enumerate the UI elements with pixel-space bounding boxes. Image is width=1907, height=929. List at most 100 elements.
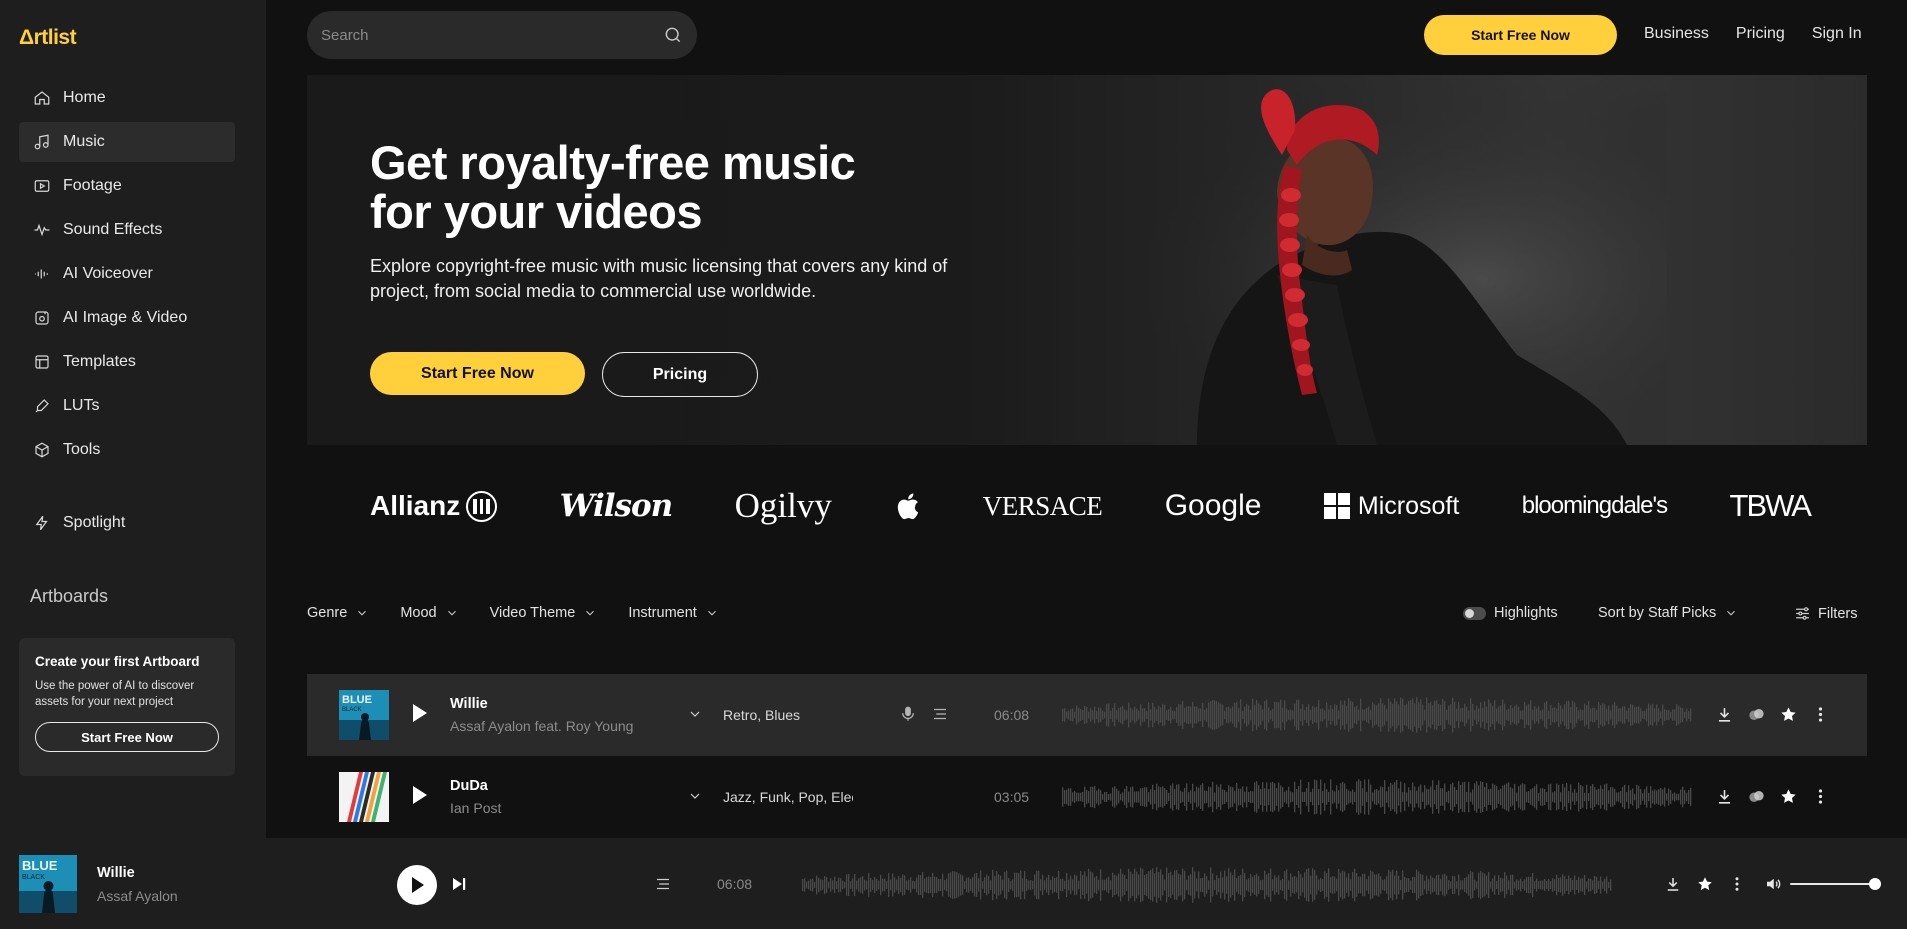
- now-playing-title[interactable]: Willie: [97, 865, 135, 881]
- chevron-down-icon: [447, 610, 456, 616]
- highlights-toggle[interactable]: [1463, 606, 1486, 620]
- track-row[interactable]: BLUE BLACK Willie Assaf Ayalon feat. Roy…: [307, 674, 1867, 756]
- sliders-icon: [1796, 607, 1809, 620]
- sidebar-item-luts[interactable]: LUTs: [19, 386, 235, 426]
- sidebar-item-ai-image-video[interactable]: AI Image & Video: [19, 298, 235, 338]
- hero-start-free-button[interactable]: Start Free Now: [370, 352, 585, 395]
- download-icon[interactable]: [1715, 787, 1734, 806]
- more-options-icon[interactable]: [1728, 875, 1746, 893]
- sort-dropdown[interactable]: Sort by Staff Picks: [1598, 605, 1738, 621]
- sidebar-nav: Home Music Footage Sound Effects AI Voic…: [19, 78, 235, 474]
- music-note-icon: [34, 134, 49, 150]
- microsoft-logo-text: Microsoft: [1357, 491, 1460, 520]
- svg-text:BLUE: BLUE: [342, 694, 372, 706]
- header-start-free-button[interactable]: Start Free Now: [1424, 15, 1617, 55]
- header-links: Business Pricing Sign In: [1644, 25, 1862, 43]
- app-root: Δrtlist Home Music Footage Sound Effects…: [0, 0, 1907, 929]
- hero-title-line-2: for your videos: [370, 185, 703, 238]
- track-artist[interactable]: Assaf Ayalon feat. Roy Young: [450, 718, 633, 734]
- sidebar-spotlight: Spotlight: [19, 503, 235, 547]
- similar-icon[interactable]: [1747, 705, 1766, 724]
- sidebar-item-music[interactable]: Music: [19, 122, 235, 162]
- video-theme-filter[interactable]: Video Theme: [490, 605, 598, 621]
- highlights-label: Highlights: [1494, 605, 1558, 621]
- artlist-logo[interactable]: Δrtlist: [19, 26, 77, 50]
- track-title[interactable]: Willie: [450, 696, 488, 712]
- tbwa-logo: TBWA: [1729, 488, 1812, 523]
- microsoft-grid-icon: [1323, 493, 1350, 519]
- hero-title-line-1: Get royalty-free music: [370, 136, 856, 189]
- sign-in-link[interactable]: Sign In: [1812, 25, 1862, 43]
- mood-filter[interactable]: Mood: [400, 605, 458, 621]
- hero-pricing-button[interactable]: Pricing: [602, 352, 758, 397]
- player-play-button[interactable]: [397, 865, 437, 905]
- chevron-down-icon[interactable]: [687, 788, 703, 804]
- play-icon: [412, 877, 424, 893]
- more-options-icon[interactable]: [1811, 705, 1830, 724]
- queue-icon[interactable]: [654, 875, 672, 893]
- sidebar-item-label: Templates: [63, 353, 136, 370]
- sidebar-item-tools[interactable]: Tools: [19, 430, 235, 470]
- star-icon[interactable]: [1696, 875, 1714, 893]
- download-icon[interactable]: [1715, 705, 1734, 724]
- chevron-down-icon: [707, 610, 716, 616]
- player-waveform[interactable]: [802, 865, 1622, 905]
- skip-next-icon[interactable]: [451, 876, 467, 892]
- sidebar-item-footage[interactable]: Footage: [19, 166, 235, 206]
- track-waveform[interactable]: [1062, 695, 1702, 735]
- pricing-link[interactable]: Pricing: [1736, 25, 1785, 43]
- filter-bar: Genre Mood Video Theme Instrument: [307, 605, 719, 621]
- instrument-filter[interactable]: Instrument: [628, 605, 719, 621]
- track-title[interactable]: DuDa: [450, 778, 488, 794]
- sidebar-item-templates[interactable]: Templates: [19, 342, 235, 382]
- sidebar-item-label: Footage: [63, 177, 122, 194]
- stems-icon[interactable]: [931, 705, 949, 723]
- business-link[interactable]: Business: [1644, 25, 1709, 43]
- play-icon[interactable]: [410, 784, 428, 806]
- chevron-down-icon: [1727, 610, 1736, 616]
- filters-label: Filters: [1818, 605, 1858, 622]
- volume-slider[interactable]: [1790, 883, 1875, 885]
- similar-icon[interactable]: [1747, 787, 1766, 806]
- more-options-icon[interactable]: [1811, 787, 1830, 806]
- track-tags[interactable]: Retro, Blues: [723, 707, 853, 723]
- filter-label: Mood: [400, 605, 437, 621]
- dropper-icon: [35, 399, 49, 413]
- artboard-card-heading: Create your first Artboard: [35, 654, 200, 669]
- album-cover: BLUE BLACK: [339, 690, 389, 740]
- sidebar-item-label: Spotlight: [63, 514, 126, 531]
- microphone-icon[interactable]: [899, 705, 917, 723]
- now-playing-artist[interactable]: Assaf Ayalon: [97, 888, 178, 904]
- genre-filter[interactable]: Genre: [307, 605, 369, 621]
- sidebar-item-sound-effects[interactable]: Sound Effects: [19, 210, 235, 250]
- sidebar-item-home[interactable]: Home: [19, 78, 235, 118]
- album-cover: [339, 772, 389, 822]
- allianz-logo-text: Allianz: [370, 490, 461, 521]
- star-icon[interactable]: [1779, 705, 1798, 724]
- search-icon[interactable]: [663, 25, 683, 45]
- search-bar[interactable]: [307, 11, 697, 59]
- artboard-start-free-button[interactable]: Start Free Now: [35, 722, 219, 752]
- filter-label: Instrument: [628, 605, 697, 621]
- play-icon[interactable]: [410, 702, 428, 724]
- sidebar-item-label: Music: [63, 133, 105, 150]
- allianz-emblem: [466, 490, 498, 522]
- sidebar-item-ai-voiceover[interactable]: AI Voiceover: [19, 254, 235, 294]
- now-playing-cover[interactable]: BLUE BLACK: [19, 855, 77, 913]
- track-waveform[interactable]: [1062, 777, 1702, 817]
- chevron-down-icon[interactable]: [687, 706, 703, 722]
- sidebar-item-spotlight[interactable]: Spotlight: [19, 503, 235, 543]
- filters-button[interactable]: Filters: [1794, 605, 1857, 622]
- star-icon[interactable]: [1779, 787, 1798, 806]
- ai-image-icon: [35, 311, 49, 325]
- download-icon[interactable]: [1664, 875, 1682, 893]
- track-artist[interactable]: Ian Post: [450, 800, 501, 816]
- track-tags[interactable]: Jazz, Funk, Pop, Elec: [723, 789, 853, 805]
- track-row[interactable]: DuDa Ian Post Jazz, Funk, Pop, Elec 03:0…: [307, 756, 1867, 838]
- volume-icon[interactable]: [1764, 875, 1782, 893]
- artboards-heading: Artboards: [30, 586, 109, 606]
- video-icon: [34, 180, 50, 192]
- track-duration: 06:08: [994, 707, 1030, 723]
- volume-slider-handle[interactable]: [1869, 878, 1881, 890]
- search-input[interactable]: [321, 26, 663, 44]
